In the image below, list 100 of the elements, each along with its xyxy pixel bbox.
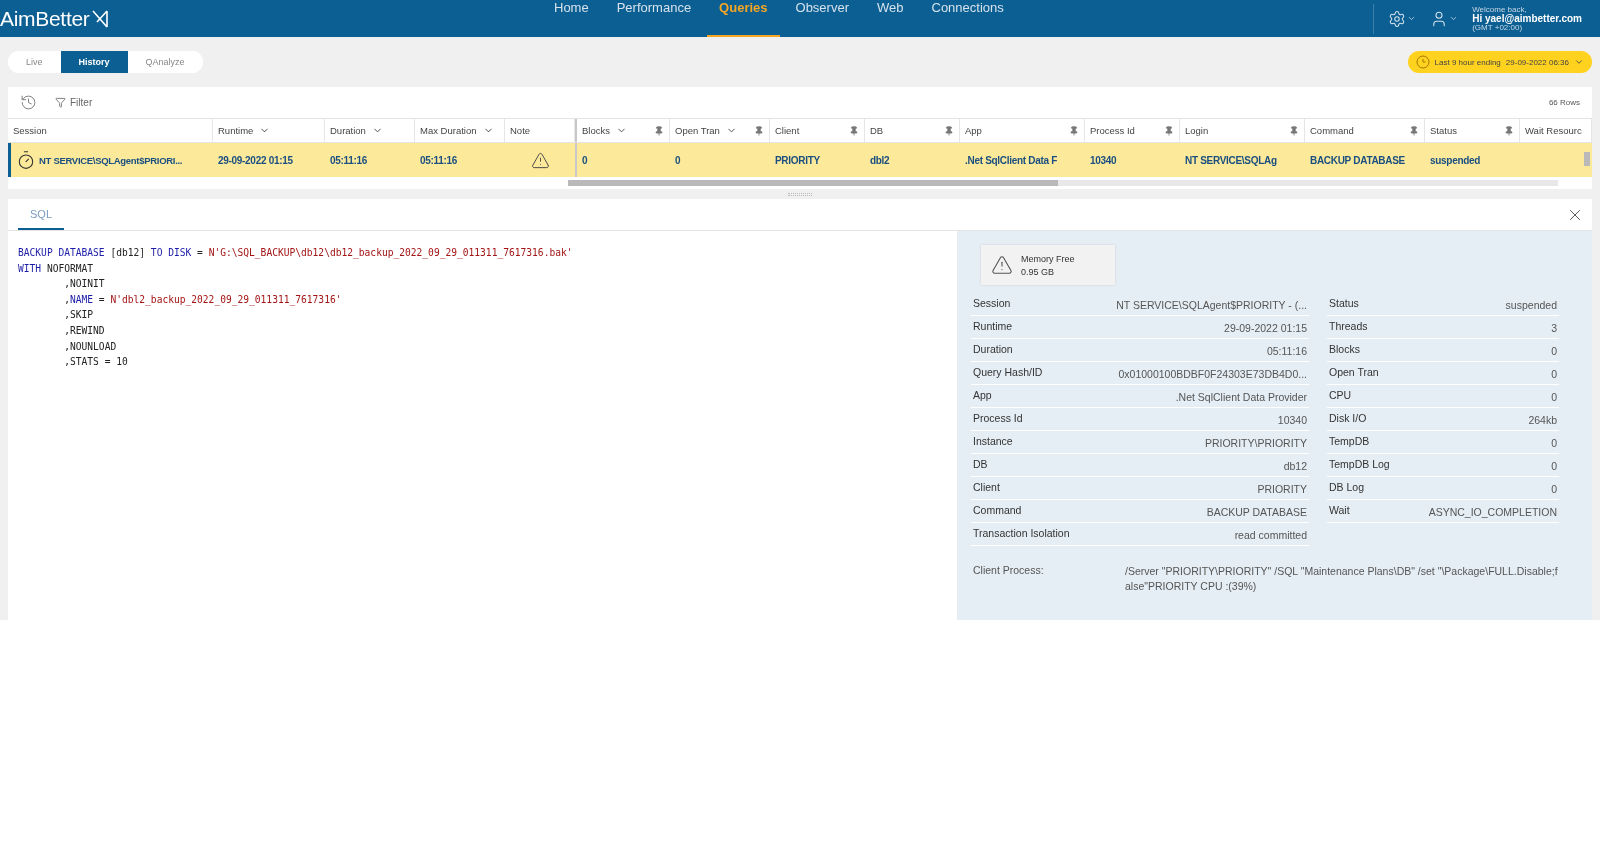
nav-tab[interactable]: Performance [604, 0, 704, 37]
pin-icon[interactable] [1164, 125, 1174, 136]
field-label: Instance [973, 435, 1013, 447]
filter-button[interactable]: Filter [70, 97, 93, 108]
resize-handle[interactable] [788, 192, 812, 196]
field-value: 0 [1551, 344, 1557, 357]
field-label: Duration [973, 343, 1013, 355]
row-count: 66 Rows [1548, 98, 1580, 107]
column-header[interactable]: DB [865, 119, 960, 142]
horizontal-scrollbar[interactable] [568, 180, 1558, 186]
field-value: 05:11:16 [1266, 344, 1307, 357]
field-label: TempDB [1329, 435, 1370, 447]
field-label: Process Id [973, 412, 1023, 424]
timer-icon [16, 150, 36, 170]
field-label: Disk I/O [1329, 412, 1367, 424]
column-header[interactable]: Open Tran [670, 119, 770, 142]
table-cell: 05:11:16 [420, 154, 458, 166]
field-label: TempDB Log [1329, 458, 1390, 470]
logo: AimBetter [0, 6, 90, 31]
column-header[interactable]: Duration [325, 119, 415, 142]
field-label: Status [1329, 297, 1359, 309]
sql-code: BACKUP DATABASE [db12] TO DISK = N'G:\SQL_BACKUP\db12\db12_backup_2022_09_29_011311_7617316.bak' WITH NOFORMAT ,NOINIT ,NAME = N'dbl2_backup_2022_09_29_011311_7617316' ,SKIP ,REWIND ,NOUNLOAD ,STATS = 10 [17, 246, 574, 370]
mode-tab[interactable]: History [60, 51, 128, 73]
table-cell: 0 [675, 154, 681, 166]
table-cell: dbl2 [870, 154, 890, 166]
table-cell: .Net SqlClient Data F [965, 154, 1058, 166]
column-header[interactable]: Note [505, 119, 575, 142]
field-value: PRIORITY\PRIORITY [1204, 436, 1307, 449]
field-value: NT SERVICE\SQLAgent$PRIORITY - (... [1116, 298, 1307, 311]
field-label: Session [973, 297, 1011, 309]
field-label: Wait [1329, 504, 1350, 516]
column-header[interactable]: Command [1305, 119, 1425, 142]
field-label: App [973, 389, 992, 401]
field-value: 3 [1551, 321, 1557, 334]
field-value: 29-09-2022 01:15 [1224, 321, 1307, 334]
field-value: ASYNC_IO_COMPLETION [1428, 505, 1557, 518]
field-value: 0 [1551, 436, 1557, 449]
time-range-button[interactable]: Last 9 hour ending 29-09-2022 06:36 [1407, 51, 1592, 73]
column-header[interactable]: App [960, 119, 1085, 142]
field-label: Blocks [1329, 343, 1360, 355]
pin-icon[interactable] [1069, 125, 1079, 136]
pin-icon[interactable] [1289, 125, 1299, 136]
field-value: suspended [1505, 298, 1557, 311]
pin-icon[interactable] [654, 125, 664, 136]
table-cell: NT SERVICE\SQLAg [1185, 154, 1277, 166]
nav-tab[interactable]: Web [865, 0, 916, 37]
column-header[interactable]: Status [1425, 119, 1520, 142]
pin-icon[interactable] [849, 125, 859, 136]
vertical-scrollbar[interactable] [1584, 152, 1590, 166]
column-header[interactable]: Process Id [1085, 119, 1180, 142]
table-cell: 0 [582, 154, 588, 166]
field-value: 0 [1551, 482, 1557, 495]
field-label: Runtime [973, 320, 1013, 332]
field-value: 10340 [1277, 413, 1307, 426]
field-value: 0 [1551, 459, 1557, 472]
filter-icon[interactable] [55, 97, 66, 108]
field-label: Threads [1329, 320, 1368, 332]
nav-tab[interactable]: Observer [783, 0, 861, 37]
field-label: DB [973, 458, 988, 470]
field-label: Transaction Isolation [973, 527, 1070, 539]
nav-tab[interactable]: Home [542, 0, 601, 37]
field-value: PRIORITY [1257, 482, 1307, 495]
field-value: 0x01000100BDBF0F24303E73DB4D0... [1118, 367, 1307, 380]
field-value: /Server "PRIORITY\PRIORITY" /SQL "Maintenance Plans\DB" /set "\Package\FULL.Disable;false"PRIORITY CPU :(39%) [1125, 564, 1559, 594]
column-header[interactable]: Client [770, 119, 865, 142]
pin-icon[interactable] [944, 125, 954, 136]
column-header[interactable]: Max Duration [415, 119, 505, 142]
nav-tab[interactable]: Connections [919, 0, 1016, 37]
warning-icon [991, 254, 1013, 276]
field-label: DB Log [1329, 481, 1365, 493]
column-header[interactable]: Login [1180, 119, 1305, 142]
column-header[interactable]: Wait Resourc [1520, 119, 1592, 142]
table-cell: suspended [1430, 154, 1481, 166]
table-cell: 05:11:16 [330, 154, 368, 166]
field-label: Query Hash/ID [973, 366, 1043, 378]
pin-icon[interactable] [1504, 125, 1514, 136]
field-value: 0 [1551, 390, 1557, 403]
field-label: Client [973, 481, 1000, 493]
pin-icon[interactable] [1409, 125, 1419, 136]
field-label: Open Tran [1329, 366, 1379, 378]
table-cell: 10340 [1090, 154, 1117, 166]
pin-icon[interactable] [754, 125, 764, 136]
table-row[interactable]: NT SERVICE\SQLAgent$PRIORI... 29-09-2022 01:15 05:11:16 05:11:16 0 0 PRIORITY dbl2 .Net SqlClient Data F 10340 NT SERVICE\SQLAg BACKUP DATABASE suspended [8, 143, 1592, 177]
table-cell: PRIORITY [775, 154, 820, 166]
table-cell: BACKUP DATABASE [1310, 154, 1405, 166]
field-value: .Net SqlClient Data Provider [1175, 390, 1307, 403]
field-value: db12 [1283, 459, 1307, 472]
field-label: Client Process: [973, 564, 1045, 578]
refresh-history-icon[interactable] [20, 94, 37, 111]
table-cell: 29-09-2022 01:15 [218, 154, 293, 166]
timezone-text: (GMT +02:00) [1472, 23, 1523, 32]
field-label: Command [973, 504, 1022, 516]
field-label: CPU [1329, 389, 1352, 401]
field-value: 264kb [1528, 413, 1557, 426]
column-header[interactable]: Session [8, 119, 213, 142]
field-value: BACKUP DATABASE [1206, 505, 1307, 518]
user-icon[interactable] [1430, 9, 1459, 28]
settings-icon[interactable] [1388, 9, 1417, 28]
table-cell: NT SERVICE\SQLAgent$PRIORI... [39, 154, 183, 166]
column-header[interactable]: Runtime [213, 119, 325, 142]
